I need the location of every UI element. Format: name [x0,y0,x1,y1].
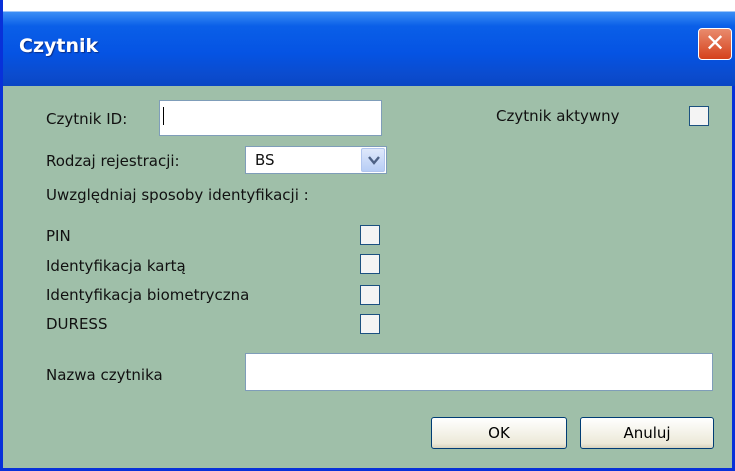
reader-active-checkbox[interactable] [689,106,709,126]
reader-active-label: Czytnik aktywny [496,107,620,125]
close-button[interactable]: ✕ [698,28,732,60]
registration-type-select[interactable]: BS [245,146,387,174]
chevron-down-icon [368,156,380,165]
dropdown-arrow-button[interactable] [361,148,385,172]
reader-name-input[interactable] [245,353,713,391]
window-title: Czytnik [19,35,99,57]
card-identification-checkbox[interactable] [360,254,380,274]
reader-name-label: Nazwa czytnika [46,366,163,384]
ok-button[interactable]: OK [431,417,567,449]
identification-label-duress: DURESS [46,315,108,333]
duress-checkbox[interactable] [360,314,380,334]
identification-label-pin: PIN [46,227,71,245]
identification-heading: Uwzględniaj sposoby identyfikacji : [46,186,309,204]
registration-type-value: BS [255,151,275,169]
close-icon: ✕ [704,29,726,57]
cancel-button[interactable]: Anuluj [580,417,714,449]
registration-type-label: Rodzaj rejestracji: [46,152,180,170]
identification-label-card: Identyfikacja kartą [46,257,186,275]
identification-label-biometric: Identyfikacja biometryczna [46,286,250,304]
title-bar[interactable]: Czytnik ✕ [3,0,735,86]
biometric-identification-checkbox[interactable] [360,285,380,305]
reader-id-input[interactable] [159,100,382,136]
text-caret [163,107,164,125]
reader-id-label: Czytnik ID: [46,110,128,128]
dialog-window: Czytnik ✕ Czytnik ID: Czytnik aktywny Ro… [0,0,735,471]
pin-checkbox[interactable] [360,225,380,245]
